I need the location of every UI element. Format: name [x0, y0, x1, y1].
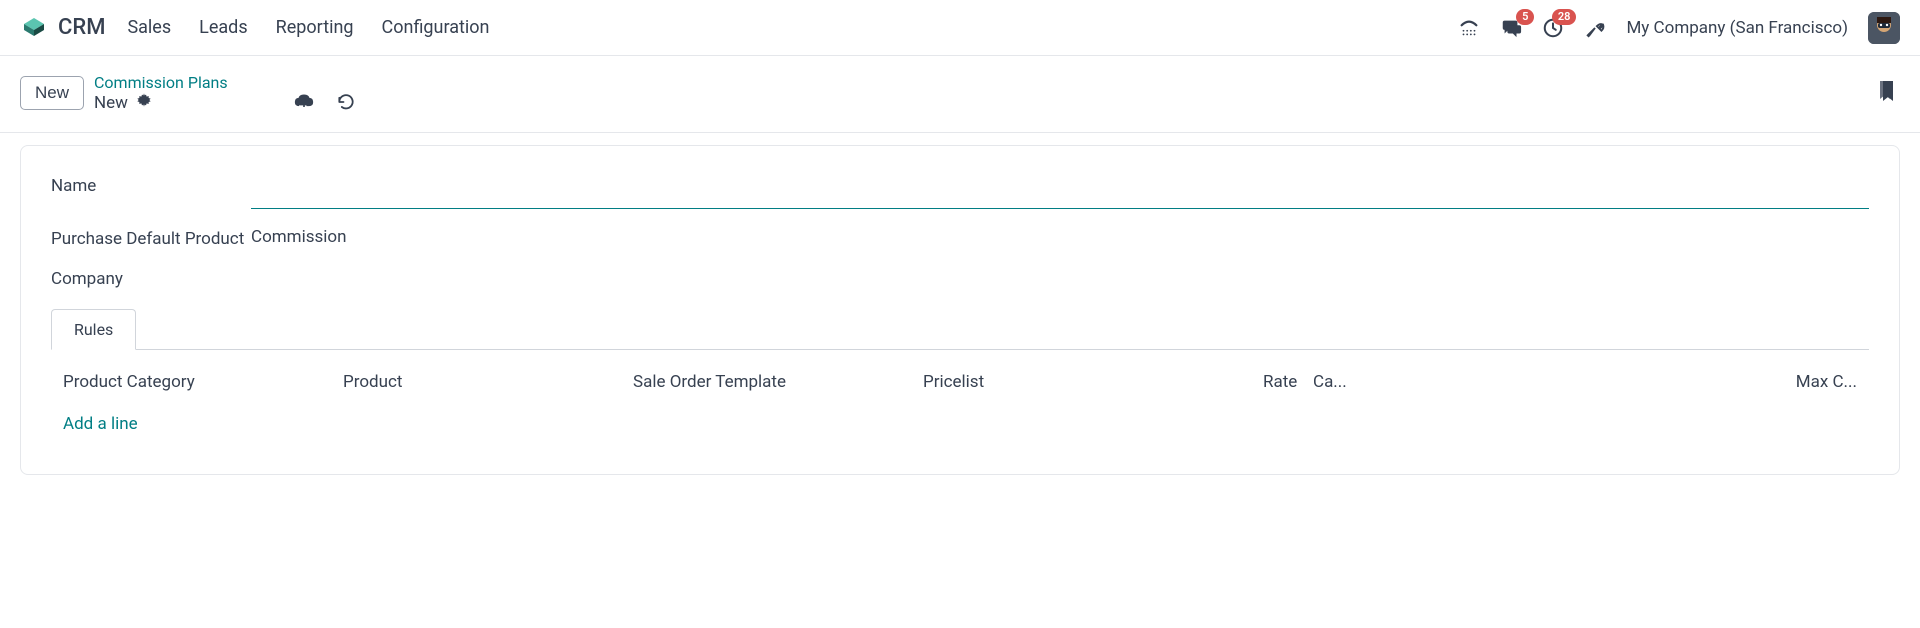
form-row-company: Company: [51, 267, 1869, 289]
col-product[interactable]: Product: [343, 372, 633, 392]
new-button[interactable]: New: [20, 76, 84, 110]
cloud-upload-icon[interactable]: [294, 92, 314, 116]
tabs: Rules: [51, 309, 1869, 350]
col-capped[interactable]: Ca...: [1313, 372, 1383, 392]
table-header: Product Category Product Sale Order Temp…: [51, 368, 1869, 402]
purchase-default-label: Purchase Default Product: [51, 227, 251, 249]
app-title[interactable]: CRM: [58, 15, 105, 40]
name-input[interactable]: [251, 174, 1869, 209]
nav-leads[interactable]: Leads: [199, 17, 247, 38]
action-icons: [294, 92, 356, 116]
top-nav-right: 5 28 My Company (San Francisco): [1458, 12, 1900, 44]
messages-badge: 5: [1516, 9, 1534, 25]
top-nav: CRM Sales Leads Reporting Configuration …: [0, 0, 1920, 56]
rules-table: Product Category Product Sale Order Temp…: [51, 368, 1869, 446]
avatar[interactable]: [1868, 12, 1900, 44]
nav-links: Sales Leads Reporting Configuration: [127, 17, 489, 38]
breadcrumb-parent[interactable]: Commission Plans: [94, 73, 234, 92]
breadcrumb: Commission Plans New: [94, 73, 234, 113]
phone-icon[interactable]: [1458, 17, 1480, 39]
company-selector[interactable]: My Company (San Francisco): [1626, 18, 1848, 38]
col-pricelist[interactable]: Pricelist: [923, 372, 1263, 392]
col-product-category[interactable]: Product Category: [63, 372, 343, 392]
name-label: Name: [51, 174, 251, 196]
col-max-commission[interactable]: Max C...: [1383, 372, 1857, 392]
bookmark-icon[interactable]: [1878, 81, 1896, 107]
company-label: Company: [51, 267, 251, 289]
undo-icon[interactable]: [336, 92, 356, 116]
activities-icon[interactable]: 28: [1542, 17, 1564, 39]
app-logo[interactable]: [20, 14, 48, 42]
nav-sales[interactable]: Sales: [127, 17, 171, 38]
gear-icon[interactable]: [136, 92, 152, 113]
form-row-purchase-default: Purchase Default Product Commission: [51, 227, 1869, 249]
add-line-button[interactable]: Add a line: [51, 402, 150, 446]
col-sale-order-template[interactable]: Sale Order Template: [633, 372, 923, 392]
nav-reporting[interactable]: Reporting: [276, 17, 354, 38]
form-row-name: Name: [51, 174, 1869, 209]
nav-configuration[interactable]: Configuration: [382, 17, 490, 38]
tab-rules[interactable]: Rules: [51, 309, 136, 350]
tools-icon[interactable]: [1584, 17, 1606, 39]
sub-header: New Commission Plans New: [0, 56, 1920, 133]
col-rate[interactable]: Rate: [1263, 372, 1313, 392]
messages-icon[interactable]: 5: [1500, 17, 1522, 39]
form-container: Name Purchase Default Product Commission…: [20, 145, 1900, 475]
breadcrumb-current: New: [94, 93, 128, 113]
activities-badge: 28: [1552, 9, 1577, 25]
purchase-default-value[interactable]: Commission: [251, 227, 1869, 247]
